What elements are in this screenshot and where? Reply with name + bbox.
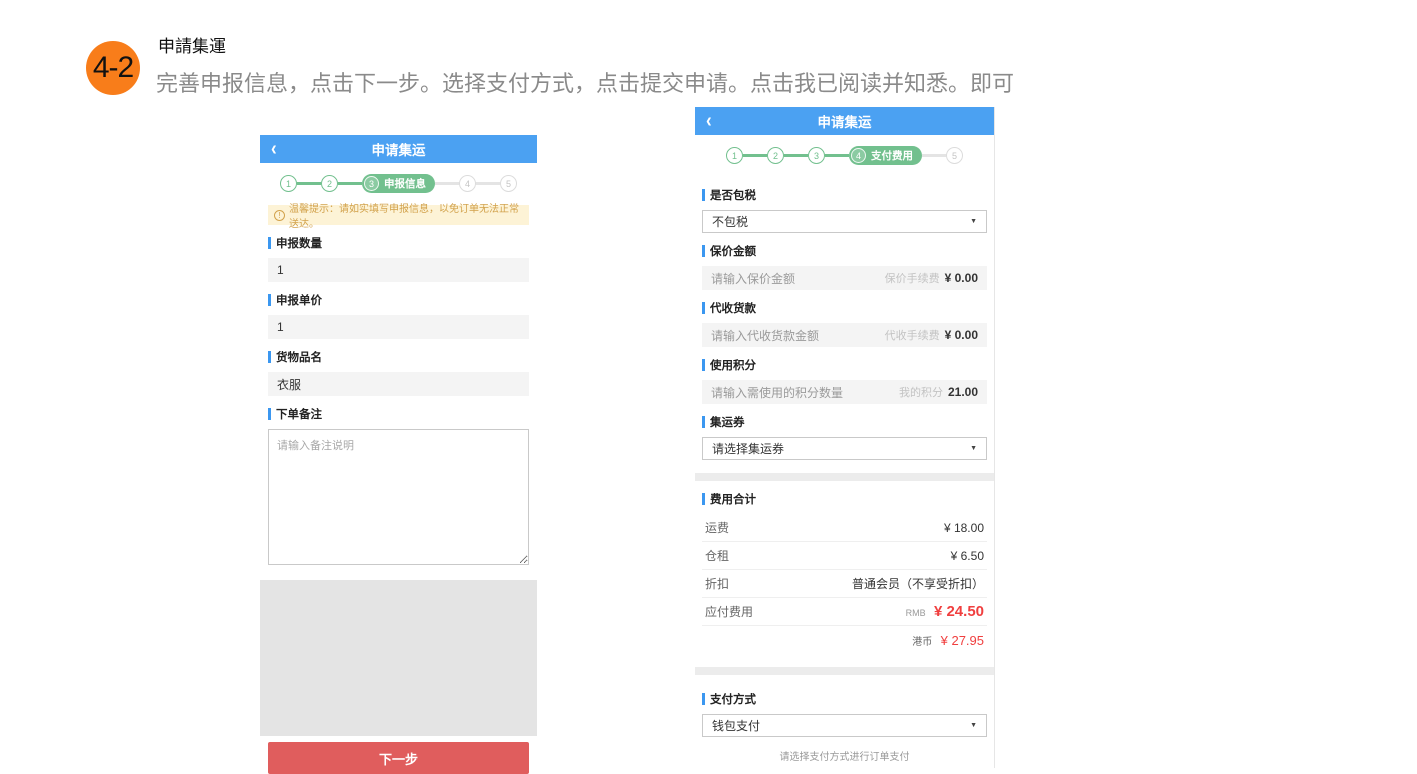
warm-tip-text: 温馨提示：请如实填写申报信息，以免订单无法正常送达。 [289, 200, 523, 230]
my-points-value: 21.00 [948, 385, 978, 399]
insurance-fee-label: 保价手续费 [885, 270, 940, 286]
field-label-quantity: 申报数量 [268, 235, 529, 251]
field-label-unit-price: 申报单价 [268, 292, 529, 308]
info-circle-icon: ! [274, 210, 285, 221]
progress-stepper: 1 2 3 申报信息 4 5 [260, 163, 537, 205]
progress-stepper: 1 2 3 4 支付费用 5 [695, 135, 994, 177]
field-label-order-note: 下单备注 [268, 406, 529, 422]
page-title: 申請集運 [158, 32, 226, 57]
step-2: 2 [321, 175, 338, 192]
step-2: 2 [767, 147, 784, 164]
warm-tip-banner: ! 温馨提示：请如实填写申报信息，以免订单无法正常送达。 [268, 205, 529, 225]
payable-amount-rmb: ¥ 24.50 [934, 603, 984, 620]
step-1: 1 [280, 175, 297, 192]
fee-row-hkd: 港币 ¥ 27.95 [702, 626, 987, 654]
cod-fee-label: 代收手续费 [885, 327, 940, 343]
field-label-coupon: 集运券 [702, 414, 987, 430]
chevron-down-icon: ▼ [970, 218, 977, 225]
back-icon[interactable]: ‹ [706, 107, 712, 138]
chevron-down-icon: ▼ [970, 445, 977, 452]
empty-placeholder-area [260, 580, 537, 736]
field-label-payment: 支付方式 [702, 691, 987, 707]
goods-name-input[interactable]: 衣服 [268, 372, 529, 396]
step-5: 5 [946, 147, 963, 164]
section-divider [695, 473, 994, 481]
step-4-active: 4 支付费用 [849, 146, 922, 165]
unit-price-input[interactable]: 1 [268, 315, 529, 339]
fee-row-storage: 仓租 ¥ 6.50 [702, 542, 987, 570]
insurance-amount-input[interactable]: 请输入保价金额 保价手续费 ¥ 0.00 [702, 266, 987, 290]
phone-screenshot-declaration: ‹ 申请集运 1 2 3 申报信息 4 5 ! 温馨提示：请如实填写申报信息，以… [260, 135, 537, 737]
payment-method-select[interactable]: 钱包支付 ▼ [702, 714, 987, 737]
field-label-cod: 代收货款 [702, 300, 987, 316]
fee-row-payable: 应付费用 RMB ¥ 24.50 [702, 598, 987, 626]
tax-select[interactable]: 不包税 ▼ [702, 210, 987, 233]
chevron-down-icon: ▼ [970, 722, 977, 729]
phone-screenshot-payment: ‹ 申请集运 1 2 3 4 支付费用 5 是否包税 不包税 ▼ 保价金额 请输… [695, 107, 995, 768]
fee-row-discount: 折扣 普通会员（不享受折扣） [702, 570, 987, 598]
step-1: 1 [726, 147, 743, 164]
cod-fee-value: ¥ 0.00 [945, 328, 978, 342]
field-label-tax: 是否包税 [702, 187, 987, 203]
order-note-textarea[interactable] [268, 429, 529, 565]
back-icon[interactable]: ‹ [271, 132, 277, 166]
step-3: 3 [808, 147, 825, 164]
my-points-label: 我的积分 [899, 384, 943, 400]
points-input[interactable]: 请输入需使用的积分数量 我的积分 21.00 [702, 380, 987, 404]
currency-label-rmb: RMB [906, 608, 926, 618]
step-3-active: 3 申报信息 [362, 174, 435, 193]
next-step-button[interactable]: 下一步 [268, 742, 529, 774]
field-label-insurance: 保价金额 [702, 243, 987, 259]
fee-row-shipping: 运费 ¥ 18.00 [702, 514, 987, 542]
active-step-label: 申报信息 [384, 176, 426, 191]
field-label-points: 使用积分 [702, 357, 987, 373]
insurance-fee-value: ¥ 0.00 [945, 271, 978, 285]
cod-amount-input[interactable]: 请输入代收货款金额 代收手续费 ¥ 0.00 [702, 323, 987, 347]
coupon-select[interactable]: 请选择集运券 ▼ [702, 437, 987, 460]
step-5: 5 [500, 175, 517, 192]
page-instructions: 完善申报信息，点击下一步。选择支付方式，点击提交申请。点击我已阅读并知悉。即可 [156, 66, 1014, 98]
section-divider [695, 667, 994, 675]
step-badge: 4-2 [86, 41, 140, 95]
quantity-input[interactable]: 1 [268, 258, 529, 282]
app-header: ‹ 申请集运 [260, 135, 537, 163]
fee-summary-title: 费用合计 [702, 491, 987, 507]
app-header: ‹ 申请集运 [695, 107, 994, 135]
currency-label-hkd: 港币 [912, 637, 932, 648]
payment-helper-text: 请选择支付方式进行订单支付 [695, 748, 994, 763]
active-step-label: 支付费用 [871, 148, 913, 163]
payable-amount-hkd: ¥ 27.95 [941, 633, 984, 648]
field-label-goods-name: 货物品名 [268, 349, 529, 365]
app-title: 申请集运 [818, 111, 872, 131]
app-title: 申请集运 [372, 139, 426, 159]
step-4: 4 [459, 175, 476, 192]
